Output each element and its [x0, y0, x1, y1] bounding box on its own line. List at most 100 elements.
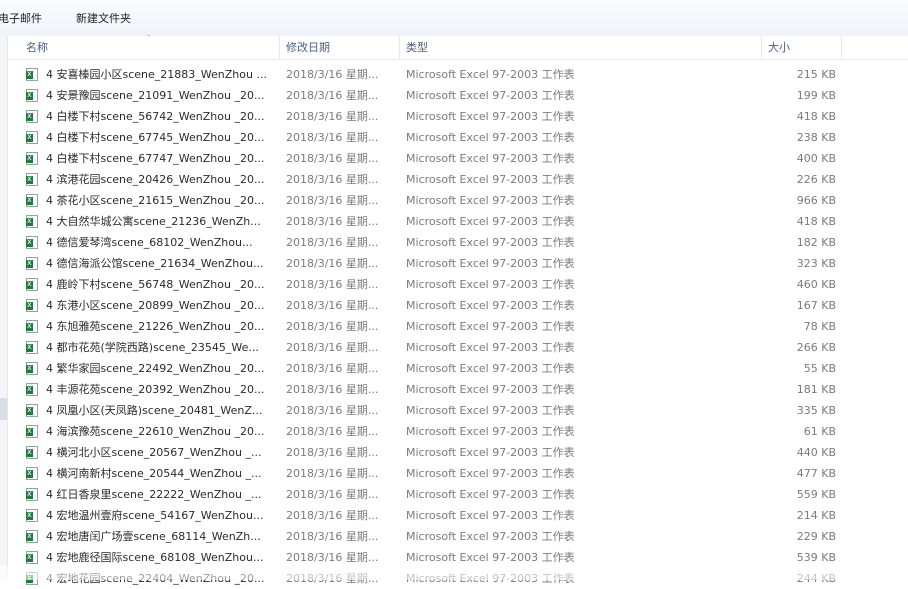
file-type: Microsoft Excel 97-2003 工作表	[406, 425, 575, 438]
file-type: Microsoft Excel 97-2003 工作表	[406, 236, 575, 249]
file-row[interactable]: 4 丰源花苑scene_20392_WenZhou _20... 2018/3/1…	[8, 379, 908, 400]
file-row[interactable]: 4 德信海派公馆scene_21634_WenZhou... 2018/3/16 …	[8, 253, 908, 274]
excel-file-icon	[26, 89, 38, 102]
file-name: 4 丰源花苑scene_20392_WenZhou _20...	[46, 383, 265, 396]
column-header-name[interactable]: 名称	[20, 36, 280, 59]
excel-file-icon	[26, 299, 38, 312]
file-size: 226 KB	[796, 173, 836, 186]
file-date-modified: 2018/3/16 星期...	[286, 446, 379, 459]
excel-file-icon	[26, 467, 38, 480]
file-row[interactable]: 4 茶花小区scene_21615_WenZhou _20... 2018/3/1…	[8, 190, 908, 211]
file-type: Microsoft Excel 97-2003 工作表	[406, 173, 575, 186]
file-name: 4 宏地唐闰广场壹scene_68114_WenZh...	[46, 530, 261, 543]
file-size: 78 KB	[803, 320, 836, 333]
column-header: 名称 修改日期 类型 大小	[8, 36, 908, 60]
file-size: 966 KB	[796, 194, 836, 207]
excel-file-icon	[26, 257, 38, 270]
file-row[interactable]: 4 安景豫园scene_21091_WenZhou _20... 2018/3/1…	[8, 85, 908, 106]
file-row[interactable]: 4 德信爱琴湾scene_68102_WenZhou... 2018/3/16 星…	[8, 232, 908, 253]
file-name: 4 东旭雅苑scene_21226_WenZhou _20...	[46, 320, 265, 333]
file-date-modified: 2018/3/16 星期...	[286, 131, 379, 144]
file-name: 4 大自然华城公寓scene_21236_WenZh...	[46, 215, 261, 228]
file-type: Microsoft Excel 97-2003 工作表	[406, 530, 575, 543]
column-header-size[interactable]: 大小	[762, 36, 842, 59]
file-name: 4 宏地温州壹府scene_54167_WenZhou...	[46, 509, 264, 522]
email-button[interactable]: 电子邮件	[0, 10, 42, 26]
file-size: 238 KB	[796, 131, 836, 144]
excel-file-icon	[26, 173, 38, 186]
file-row[interactable]: 4 宏地鹿径国际scene_68108_WenZhou... 2018/3/16 …	[8, 547, 908, 568]
file-type: Microsoft Excel 97-2003 工作表	[406, 299, 575, 312]
file-row[interactable]: 4 凤凰小区(天凤路)scene_20481_WenZ... 2018/3/16 …	[8, 400, 908, 421]
file-row[interactable]: 4 都市花苑(学院西路)scene_23545_We... 2018/3/16 星…	[8, 337, 908, 358]
file-name: 4 红日香泉里scene_22222_WenZhou _...	[46, 488, 262, 501]
file-size: 61 KB	[803, 425, 836, 438]
file-row[interactable]: 4 安喜榛园小区scene_21883_WenZhou ... 2018/3/16…	[8, 64, 908, 85]
file-row[interactable]: 4 鹿岭下村scene_56748_WenZhou _20... 2018/3/1…	[8, 274, 908, 295]
file-row[interactable]: 4 东旭雅苑scene_21226_WenZhou _20... 2018/3/1…	[8, 316, 908, 337]
file-type: Microsoft Excel 97-2003 工作表	[406, 446, 575, 459]
file-date-modified: 2018/3/16 星期...	[286, 551, 379, 564]
file-size: 460 KB	[796, 278, 836, 291]
file-row[interactable]: 4 大自然华城公寓scene_21236_WenZh... 2018/3/16 星…	[8, 211, 908, 232]
file-type: Microsoft Excel 97-2003 工作表	[406, 215, 575, 228]
excel-file-icon	[26, 488, 38, 501]
file-size: 418 KB	[796, 215, 836, 228]
file-date-modified: 2018/3/16 星期...	[286, 194, 379, 207]
file-name: 4 德信爱琴湾scene_68102_WenZhou...	[46, 236, 253, 249]
file-row[interactable]: 4 白楼下村scene_67747_WenZhou _20... 2018/3/1…	[8, 148, 908, 169]
file-size: 266 KB	[796, 341, 836, 354]
file-type: Microsoft Excel 97-2003 工作表	[406, 467, 575, 480]
excel-file-icon	[26, 152, 38, 165]
column-header-date[interactable]: 修改日期	[280, 36, 400, 59]
file-row[interactable]: 4 宏地唐闰广场壹scene_68114_WenZh... 2018/3/16 星…	[8, 526, 908, 547]
file-date-modified: 2018/3/16 星期...	[286, 215, 379, 228]
file-row[interactable]: 4 白楼下村scene_56742_WenZhou _20... 2018/3/1…	[8, 106, 908, 127]
excel-file-icon	[26, 551, 38, 564]
file-type: Microsoft Excel 97-2003 工作表	[406, 131, 575, 144]
file-row[interactable]: 4 白楼下村scene_67745_WenZhou _20... 2018/3/1…	[8, 127, 908, 148]
file-size: 323 KB	[796, 257, 836, 270]
file-size: 214 KB	[796, 509, 836, 522]
file-size: 539 KB	[796, 551, 836, 564]
file-name: 4 鹿岭下村scene_56748_WenZhou _20...	[46, 278, 265, 291]
file-date-modified: 2018/3/16 星期...	[286, 278, 379, 291]
file-row[interactable]: 4 横河南新村scene_20544_WenZhou _... 2018/3/16…	[8, 463, 908, 484]
file-row[interactable]: 4 东港小区scene_20899_WenZhou _20... 2018/3/1…	[8, 295, 908, 316]
file-date-modified: 2018/3/16 星期...	[286, 89, 379, 102]
file-type: Microsoft Excel 97-2003 工作表	[406, 383, 575, 396]
file-row[interactable]: 4 红日香泉里scene_22222_WenZhou _... 2018/3/16…	[8, 484, 908, 505]
file-name: 4 白楼下村scene_56742_WenZhou _20...	[46, 110, 265, 123]
file-date-modified: 2018/3/16 星期...	[286, 425, 379, 438]
file-date-modified: 2018/3/16 星期...	[286, 362, 379, 375]
excel-file-icon	[26, 530, 38, 543]
file-size: 182 KB	[796, 236, 836, 249]
file-size: 199 KB	[796, 89, 836, 102]
excel-file-icon	[26, 320, 38, 333]
file-name: 4 繁华家园scene_22492_WenZhou _20...	[46, 362, 265, 375]
file-date-modified: 2018/3/16 星期...	[286, 404, 379, 417]
file-name: 4 滨港花园scene_20426_WenZhou _20...	[46, 173, 265, 186]
file-row[interactable]: 4 横河北小区scene_20567_WenZhou _... 2018/3/16…	[8, 442, 908, 463]
file-row[interactable]: 4 海滨豫苑scene_22610_WenZhou _20... 2018/3/1…	[8, 421, 908, 442]
file-name: 4 横河南新村scene_20544_WenZhou _...	[46, 467, 262, 480]
file-date-modified: 2018/3/16 星期...	[286, 236, 379, 249]
file-date-modified: 2018/3/16 星期...	[286, 152, 379, 165]
file-type: Microsoft Excel 97-2003 工作表	[406, 362, 575, 375]
toolbar: 电子邮件 新建文件夹	[0, 0, 908, 37]
file-name: 4 茶花小区scene_21615_WenZhou _20...	[46, 194, 265, 207]
file-row[interactable]: 4 滨港花园scene_20426_WenZhou _20... 2018/3/1…	[8, 169, 908, 190]
file-date-modified: 2018/3/16 星期...	[286, 110, 379, 123]
excel-file-icon	[26, 509, 38, 522]
new-folder-button[interactable]: 新建文件夹	[76, 10, 131, 26]
excel-file-icon	[26, 278, 38, 291]
column-header-type[interactable]: 类型	[400, 36, 762, 59]
file-row[interactable]: 4 宏地温州壹府scene_54167_WenZhou... 2018/3/16 …	[8, 505, 908, 526]
excel-file-icon	[26, 110, 38, 123]
file-type: Microsoft Excel 97-2003 工作表	[406, 89, 575, 102]
file-row[interactable]: 4 繁华家园scene_22492_WenZhou _20... 2018/3/1…	[8, 358, 908, 379]
pane-scroll-thumb[interactable]	[0, 398, 7, 420]
file-size: 559 KB	[796, 488, 836, 501]
file-name: 4 凤凰小区(天凤路)scene_20481_WenZ...	[46, 404, 263, 417]
file-type: Microsoft Excel 97-2003 工作表	[406, 194, 575, 207]
